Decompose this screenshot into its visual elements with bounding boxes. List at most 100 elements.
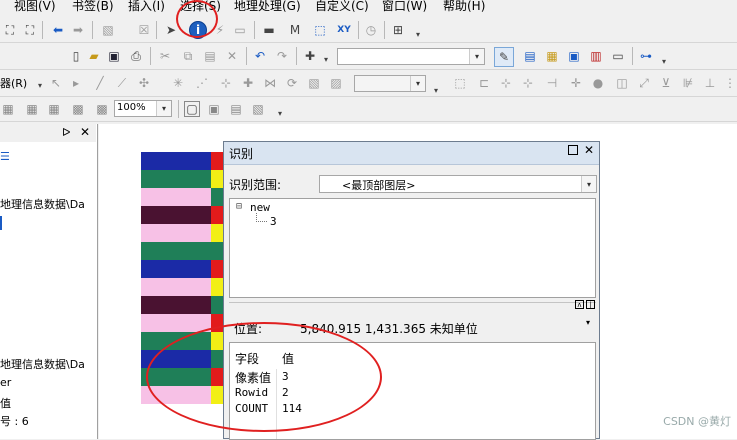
- forward-arrow-icon[interactable]: ➡: [70, 22, 86, 38]
- open-folder-icon[interactable]: ▰: [86, 48, 102, 64]
- toc-window-icon[interactable]: ▤: [522, 48, 538, 64]
- focus-frame-icon[interactable]: ▣: [206, 101, 222, 117]
- pin-icon[interactable]: ᐅ: [62, 126, 70, 139]
- find-route-icon[interactable]: ⬚: [312, 22, 328, 38]
- snap-midpoint-icon[interactable]: ⊹: [520, 75, 536, 91]
- collapse-up-icon[interactable]: ʌ: [575, 300, 584, 309]
- print-icon[interactable]: ⎙: [128, 48, 144, 64]
- layer-path[interactable]: 地理信息数据\Da: [0, 196, 85, 212]
- arrow-tool-icon[interactable]: ↖: [48, 75, 64, 91]
- editor-toolbar-icon[interactable]: ✎: [494, 47, 514, 67]
- catalog-icon[interactable]: ▦: [544, 48, 560, 64]
- chevron-down-icon: ▾: [581, 176, 596, 192]
- curve-tool-icon[interactable]: ⟋: [114, 75, 130, 91]
- undo-icon[interactable]: ↶: [252, 48, 268, 64]
- chevron-down-icon[interactable]: ▾: [586, 318, 590, 327]
- toolbar-options-icon[interactable]: ▾: [410, 26, 426, 42]
- menu-view[interactable]: 视图(V): [14, 0, 56, 14]
- zoom-in-page-icon[interactable]: ▦: [0, 101, 16, 117]
- close-icon[interactable]: ✕: [584, 143, 594, 157]
- topology-icon[interactable]: ◫: [614, 75, 630, 91]
- menu-insert[interactable]: 插入(I): [128, 0, 165, 14]
- line-tool-icon[interactable]: ╱: [92, 75, 108, 91]
- splitter[interactable]: [229, 302, 596, 307]
- time-slider-icon[interactable]: ◷: [363, 22, 379, 38]
- scale-combo[interactable]: ▾: [337, 48, 485, 65]
- maximize-icon[interactable]: [568, 145, 578, 155]
- split-icon[interactable]: ⋈: [262, 75, 278, 91]
- snap-edge-icon[interactable]: ⊣: [544, 75, 560, 91]
- add-data-icon[interactable]: ✚: [302, 48, 318, 64]
- rotate-icon[interactable]: ⟳: [284, 75, 300, 91]
- attributes-icon[interactable]: ▧: [306, 75, 322, 91]
- vertex-tool-icon[interactable]: ✣: [136, 75, 152, 91]
- menu-geoprocessing[interactable]: 地理处理(G): [234, 0, 301, 14]
- fixed-zoom-icon[interactable]: ⛶: [22, 22, 38, 38]
- cut-icon[interactable]: ✂: [157, 48, 173, 64]
- toolbar-options-icon[interactable]: ▾: [656, 53, 672, 69]
- chevron-down-icon[interactable]: ▾: [32, 77, 48, 93]
- circle-tool-icon[interactable]: ●: [590, 75, 606, 91]
- save-icon[interactable]: ▣: [106, 48, 122, 64]
- identify-title-bar[interactable]: 识别 ✕: [224, 142, 599, 165]
- menu-bookmarks[interactable]: 书签(B): [72, 0, 114, 14]
- target-layer-combo[interactable]: ▾: [354, 75, 426, 92]
- toolbar-options-icon[interactable]: ▾: [272, 105, 288, 121]
- copy-icon[interactable]: ⧉: [180, 48, 196, 64]
- toolbar-options-icon[interactable]: ▾: [428, 82, 444, 98]
- measure-icon[interactable]: ▬: [261, 22, 277, 38]
- pointer-tool-icon[interactable]: ▸: [68, 75, 84, 91]
- labeling-label: 器(R): [0, 77, 28, 90]
- back-extent-icon[interactable]: ▩: [70, 101, 86, 117]
- forward-extent-icon[interactable]: ▩: [94, 101, 110, 117]
- redo-icon[interactable]: ↷: [274, 48, 290, 64]
- search-window-icon[interactable]: ▣: [566, 48, 582, 64]
- snap-vertex-icon[interactable]: ⊹: [498, 75, 514, 91]
- layer-name[interactable]: er: [0, 376, 11, 389]
- trace-icon[interactable]: ⤢: [636, 75, 652, 91]
- select-features-icon[interactable]: ▧: [100, 22, 116, 38]
- menu-customize[interactable]: 自定义(C): [315, 0, 369, 14]
- delete-icon[interactable]: ✕: [224, 48, 240, 64]
- edit-vertices-icon[interactable]: ⊹: [218, 75, 234, 91]
- viewer-window-icon[interactable]: ⊞: [390, 22, 406, 38]
- parallel-icon[interactable]: ⊯: [680, 75, 696, 91]
- zoom-out-page-icon[interactable]: ▦: [24, 101, 40, 117]
- menu-windows[interactable]: 窗口(W): [382, 0, 427, 14]
- add-data-dropdown-icon[interactable]: ▾: [318, 51, 334, 67]
- arctoolbox-icon[interactable]: ▥: [588, 48, 604, 64]
- reshape-icon[interactable]: ⋰: [194, 75, 210, 91]
- change-layout-icon[interactable]: ▤: [228, 101, 244, 117]
- close-icon[interactable]: ✕: [80, 125, 90, 139]
- new-document-icon[interactable]: ▯: [68, 48, 84, 64]
- go-to-xy-icon[interactable]: XY: [336, 22, 352, 38]
- model-builder-icon[interactable]: ⊶: [638, 48, 654, 64]
- snap-icon[interactable]: ⬚: [452, 75, 468, 91]
- tree-child-item[interactable]: 3: [270, 215, 277, 228]
- layout-toggle-icon[interactable]: |: [586, 300, 595, 309]
- snap-end-icon[interactable]: ⊏: [476, 75, 492, 91]
- identify-scope-select[interactable]: <最顶部图层> ▾: [319, 175, 597, 193]
- tree-collapse-icon[interactable]: ⊟: [236, 201, 242, 212]
- menu-help[interactable]: 帮助(H): [443, 0, 485, 14]
- python-window-icon[interactable]: ▭: [610, 48, 626, 64]
- data-driven-pages-icon[interactable]: ▧: [250, 101, 266, 117]
- snap-point-icon[interactable]: ✛: [568, 75, 584, 91]
- perpendicular-icon[interactable]: ⊥: [702, 75, 718, 91]
- more-tools-icon[interactable]: ⋮: [722, 75, 737, 91]
- find-icon[interactable]: M: [287, 22, 303, 38]
- intersect-icon[interactable]: ⊻: [658, 75, 674, 91]
- full-extent-icon[interactable]: ⛶: [2, 22, 18, 38]
- hyperlink-icon[interactable]: ▭: [232, 22, 248, 38]
- clear-selection-icon[interactable]: ☒: [136, 22, 152, 38]
- paste-icon[interactable]: ▤: [202, 48, 218, 64]
- fixed-zoom-in-icon[interactable]: ▦: [46, 101, 62, 117]
- list-by-drawing-order-icon[interactable]: ☰: [0, 150, 10, 163]
- toggle-draft-icon[interactable]: ▢: [184, 101, 200, 117]
- cut-polygon-icon[interactable]: ✚: [240, 75, 256, 91]
- layer-path[interactable]: 地理信息数据\Da: [0, 356, 85, 372]
- sketch-icon[interactable]: ▨: [328, 75, 344, 91]
- star-tool-icon[interactable]: ✳: [170, 75, 186, 91]
- back-arrow-icon[interactable]: ⬅: [50, 22, 66, 38]
- zoom-percent-combo[interactable]: 100% ▾: [114, 100, 172, 117]
